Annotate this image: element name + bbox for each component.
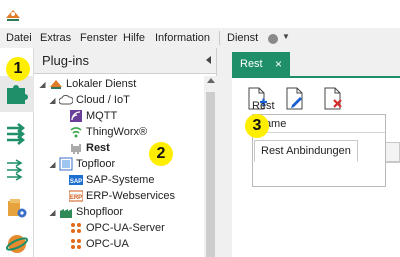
editor-toolbar	[232, 78, 400, 118]
service-icon	[50, 80, 62, 89]
menu-bar: Datei Extras Fenster Hilfe Information D…	[0, 28, 400, 48]
tree-item-label: MQTT	[86, 110, 118, 122]
menu-datei[interactable]: Datei	[6, 32, 32, 44]
sap-icon: SAP	[69, 175, 83, 185]
tree-item-label: OPC-UA-Server	[86, 222, 165, 234]
tab-rest-anbindungen[interactable]: Rest Anbindungen	[254, 140, 358, 162]
thingworx-icon	[70, 127, 82, 138]
tree-item-shopfloor[interactable]: ◢ Shopfloor	[48, 204, 123, 220]
collapse-arrow-icon[interactable]: ◢	[48, 96, 57, 105]
menu-extras[interactable]: Extras	[40, 32, 71, 44]
cloud-icon	[59, 94, 73, 105]
collapse-panel-icon[interactable]	[206, 56, 211, 64]
editor-area: Rest × Rest Anbindungen Rest APIs Rest N…	[218, 48, 400, 257]
opcua-server-icon	[71, 223, 81, 233]
document-tab-strip: Rest ×	[218, 48, 400, 76]
tree-item-erp-webservices[interactable]: ERP ERP-Webservices	[69, 188, 175, 204]
erp-icon: ERP	[69, 190, 83, 202]
topfloor-icon	[59, 157, 73, 171]
opcua-icon	[71, 239, 81, 249]
plugins-header: Plug-ins	[34, 48, 216, 74]
plugins-title: Plug-ins	[42, 53, 89, 68]
app-logo-icon	[6, 10, 20, 21]
routes-icon	[7, 159, 23, 181]
tree-item-topfloor[interactable]: ◢ Topfloor	[48, 156, 115, 172]
tree-item-label: Rest	[86, 142, 110, 154]
delete-document-icon[interactable]	[322, 86, 344, 112]
rest-icon	[71, 144, 81, 154]
routes-activity-button[interactable]	[0, 152, 34, 188]
section-label: Rest	[252, 100, 275, 112]
shopfloor-icon	[60, 209, 72, 218]
collapse-arrow-icon[interactable]: ◢	[38, 80, 47, 89]
scroll-up-arrow-icon[interactable]	[206, 78, 215, 83]
tree-item-label: SAP-Systeme	[86, 174, 155, 186]
annotation-badge-2: 2	[149, 142, 173, 166]
tab-rest[interactable]: Rest ×	[232, 52, 290, 76]
menu-separator	[219, 31, 220, 45]
menu-fenster[interactable]: Fenster	[80, 32, 117, 44]
svg-text:ERP: ERP	[70, 195, 82, 201]
menu-hilfe[interactable]: Hilfe	[123, 32, 145, 44]
tree-item-opcua[interactable]: OPC-UA	[69, 236, 129, 252]
chevron-down-icon[interactable]: ▼	[282, 32, 290, 41]
annotation-badge-3: 3	[245, 114, 269, 138]
globe-activity-button[interactable]	[0, 226, 34, 257]
tree-item-label: ThingWorx®	[86, 126, 148, 138]
edit-document-icon[interactable]	[284, 86, 306, 112]
collapse-arrow-icon[interactable]: ◢	[48, 160, 57, 169]
tree-item-label: OPC-UA	[86, 238, 129, 250]
tree-item-cloud-iot[interactable]: ◢ Cloud / IoT	[48, 92, 130, 108]
tree-item-rest[interactable]: Rest	[69, 140, 110, 156]
plugin-puzzle-icon	[7, 85, 28, 104]
collapse-arrow-icon[interactable]: ◢	[48, 208, 57, 217]
title-bar	[0, 0, 400, 28]
plugins-activity-button[interactable]	[0, 76, 34, 112]
tree-item-lokaler-dienst[interactable]: ◢ Lokaler Dienst	[38, 76, 136, 92]
menu-information[interactable]: Information	[155, 32, 210, 44]
tree-item-label: ERP-Webservices	[86, 190, 176, 202]
plugins-panel: Plug-ins ◢ Lokaler Dienst ◢ Cloud / IoT	[34, 48, 217, 257]
annotation-badge-1: 1	[6, 57, 30, 81]
grid-header-name[interactable]: Name	[253, 115, 385, 133]
tree-item-label: Shopfloor	[76, 206, 124, 218]
tree-item-thingworx[interactable]: ThingWorx®	[69, 124, 147, 140]
tree-item-label: Cloud / IoT	[76, 94, 130, 106]
globe-icon	[5, 235, 29, 253]
tree-item-mqtt[interactable]: MQTT	[69, 108, 117, 124]
menu-dienst[interactable]: Dienst	[227, 32, 258, 44]
tab-rest-label: Rest	[240, 58, 263, 70]
plugins-scroll-thumb[interactable]	[206, 92, 215, 257]
close-icon[interactable]: ×	[275, 57, 282, 71]
tree-item-label: Topfloor	[76, 158, 116, 170]
settings-folder-icon	[8, 199, 27, 218]
service-status-icon[interactable]	[268, 34, 278, 44]
transfer-arrows-icon	[7, 123, 26, 145]
svg-text:SAP: SAP	[70, 179, 82, 185]
transfer-activity-button[interactable]	[0, 116, 34, 152]
tree-item-label: Lokaler Dienst	[66, 78, 137, 90]
plugins-tree: ◢ Lokaler Dienst ◢ Cloud / IoT MQTT Thin…	[34, 76, 204, 257]
tree-item-sap[interactable]: SAP SAP-Systeme	[69, 172, 154, 188]
tree-item-opcua-server[interactable]: OPC-UA-Server	[69, 220, 165, 236]
settings-activity-button[interactable]	[0, 190, 34, 226]
mqtt-icon	[70, 110, 82, 122]
